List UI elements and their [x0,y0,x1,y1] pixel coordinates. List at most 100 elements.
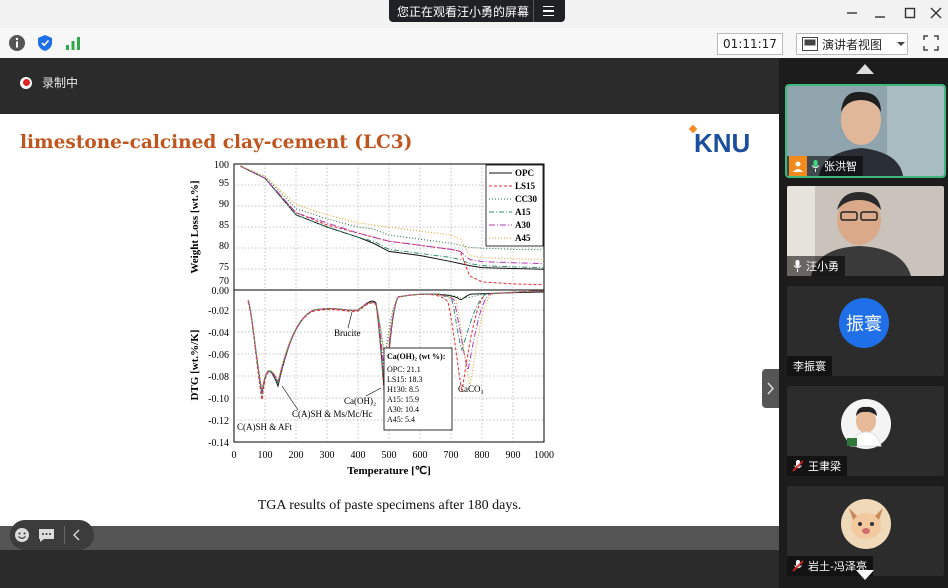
fullscreen-icon[interactable] [922,34,940,52]
participant-nametag: 王聿梁 [787,456,847,476]
recording-label: 录制中 [42,76,79,90]
x-tick: 800 [475,450,490,461]
legend-label: A15 [515,207,531,217]
inset-row: OPC: 21.1 [387,365,421,374]
participant-tile[interactable]: 张洪智 [785,84,946,178]
legend-label: A45 [515,233,531,243]
participant-name: 张洪智 [824,160,857,173]
x-tick: 0 [232,450,237,461]
participant-tile[interactable]: 汪小勇 [787,186,944,276]
slide-title: limestone-calcined clay-cement (LC3) [20,132,413,153]
inset-row: A15: 15.9 [387,395,419,404]
bottom-y-axis-label: DTG [wt.%/K] [189,330,201,401]
x-tick: 500 [382,450,397,461]
top-y-tick: 75 [219,262,229,273]
participant-tile[interactable]: 王聿梁 [787,386,944,476]
top-y-tick: 0.00 [212,286,230,297]
x-axis-label: Temperature [℃] [347,465,431,477]
x-tick: 700 [444,450,459,461]
top-y-tick: 90 [219,199,229,210]
bottom-y-tick: -0.12 [208,416,229,427]
bottom-y-tick: -0.06 [208,350,229,361]
network-signal-icon[interactable] [64,34,82,52]
x-tick: 100 [258,450,273,461]
info-icon[interactable] [8,34,26,52]
x-tick: 1000 [534,450,554,461]
presentation-slide: limestone-calcined clay-cement (LC3) KNU… [0,114,779,526]
microphone-muted-icon [792,460,804,472]
top-y-tick: 85 [219,220,229,231]
x-tick: 900 [506,450,521,461]
microphone-icon [793,260,802,272]
emoji-icon[interactable] [10,520,34,550]
close-icon[interactable] [928,5,944,21]
chevron-right-icon [767,382,775,395]
scroll-down-icon[interactable] [856,570,874,580]
top-y-tick: 100 [214,160,229,171]
annotation-caco3: CaCO₃ [458,384,484,394]
inset-row: A45: 5.4 [387,415,415,424]
caoh2-inset-box: Ca(OH)₂ (wt %): OPC: 21.1 LS15: 18.3 H13… [383,347,453,431]
microphone-icon [811,160,820,172]
annotation-csh-aft: C(A)SH & AFt [237,422,293,432]
restore-down-icon[interactable] [872,5,888,21]
shared-screen-area: 录制中 limestone-calcined clay-cement (LC3)… [0,58,779,588]
share-banner-text: 您正在观看汪小勇的屏幕 [397,4,530,19]
x-tick: 300 [320,450,335,461]
bottom-y-tick: -0.04 [208,328,229,339]
record-icon [20,76,32,89]
inset-row: H130: 8.5 [387,385,419,394]
participant-tile[interactable]: 岩土-冯泽亮 [787,486,944,576]
view-mode-label: 演讲者视图 [822,37,883,52]
x-tick: 400 [351,450,366,461]
minimize-icon[interactable] [844,5,860,21]
microphone-muted-icon [792,560,804,572]
participant-name: 王聿梁 [808,460,841,473]
participant-avatar: 振寰 [839,298,889,348]
top-y-tick: 80 [219,241,229,252]
annotation-brucite: Brucite [334,328,361,338]
participant-sidebar: 张洪智 汪小勇 振寰 李振寰 王聿梁 岩土-冯泽亮 [779,58,948,588]
bottom-y-tick: -0.14 [208,438,229,449]
participant-nametag: 李振寰 [787,356,832,376]
inset-title: Ca(OH)₂ (wt %): [387,352,445,361]
participant-name: 李振寰 [793,360,826,373]
legend-label: CC30 [515,194,537,204]
inset-row: LS15: 18.3 [387,375,423,384]
expand-panel-button[interactable] [762,369,779,408]
bottom-y-tick: -0.10 [208,394,229,405]
bottom-y-tick: -0.02 [208,306,229,317]
legend-label: A30 [515,220,531,230]
annotation-csh-ms: C(A)SH & Ms/Mc/Hc [292,409,373,419]
floating-controls [10,520,94,550]
share-bottom-bar [0,526,779,550]
recording-indicator: 录制中 [20,74,78,91]
menu-icon[interactable] [533,0,562,22]
knu-logo: KNU [688,124,750,156]
participant-nametag: 汪小勇 [787,256,845,276]
bottom-y-tick: -0.08 [208,372,229,383]
meeting-toolbar: 01:11:17 演讲者视图 [0,28,948,59]
legend-label: LS15 [515,181,536,191]
legend-label: OPC [515,168,534,178]
annotation-caoh2: Ca(OH)₂ [344,396,376,406]
screen-share-banner[interactable]: 您正在观看汪小勇的屏幕 [389,0,565,22]
participant-nametag: 张洪智 [787,156,863,176]
collapse-chevron-icon[interactable] [64,526,89,544]
speaker-view-icon [802,37,818,51]
scroll-up-icon[interactable] [856,64,874,74]
slide-caption: TGA results of paste specimens after 180… [257,498,522,513]
chevron-down-icon [897,42,906,46]
view-mode-dropdown[interactable]: 演讲者视图 [796,33,908,55]
inset-row: A30: 10.4 [387,405,419,414]
chat-icon[interactable] [34,520,58,550]
maximize-icon[interactable] [902,5,918,21]
meeting-timer: 01:11:17 [717,33,783,55]
participant-name: 汪小勇 [806,260,839,273]
security-shield-icon[interactable] [36,34,54,52]
participant-tile[interactable]: 振寰 李振寰 [787,286,944,376]
top-y-axis-label: Weight Loss [wt.%] [189,180,201,273]
chart-legend: OPC LS15 CC30 A15 A30 A45 [485,164,544,247]
x-tick: 200 [289,450,304,461]
tga-figure: 100 95 90 85 80 75 70 0.00 -0.02 -0.04 -… [189,160,554,477]
